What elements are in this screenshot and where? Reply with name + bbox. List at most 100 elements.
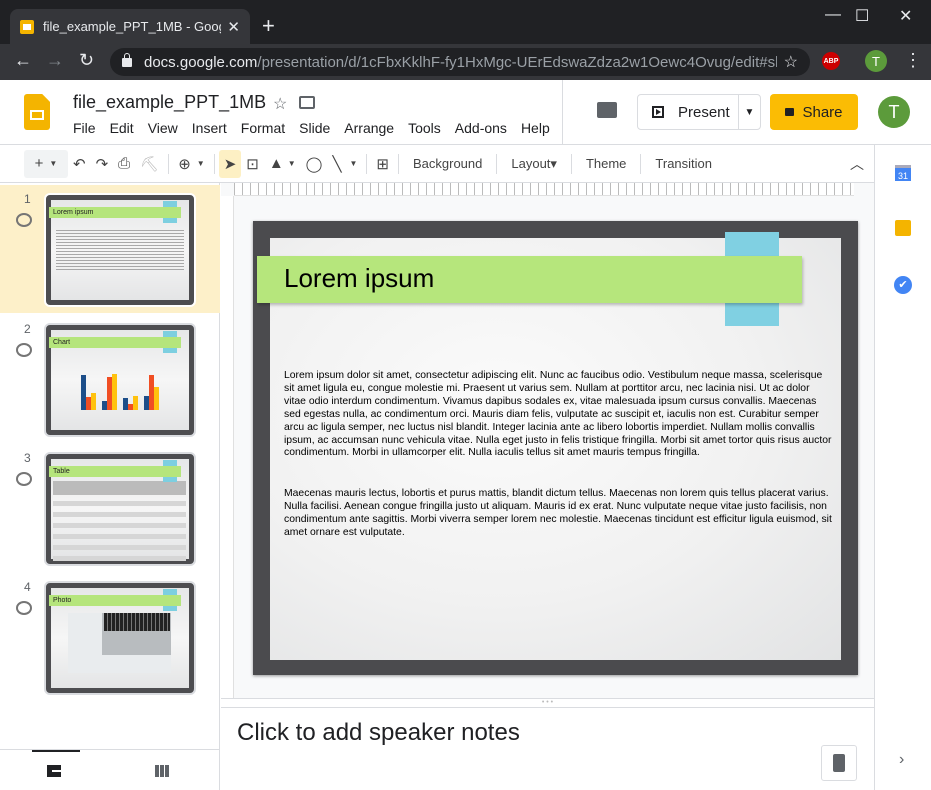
thumbnail-table-header [53, 481, 186, 495]
line-icon[interactable]: ╲ ▼ [327, 150, 362, 178]
redo-icon[interactable]: ↷ [91, 150, 114, 178]
side-panel: 31 ✔ › [874, 145, 931, 790]
maximize-button[interactable]: ☐ [855, 6, 869, 26]
browser-tab[interactable]: file_example_PPT_1MB - Google Slides ✕ [10, 9, 250, 44]
animation-icon [16, 213, 32, 227]
present-dropdown-icon[interactable]: ▼ [738, 95, 760, 129]
slide-thumbnail[interactable]: Photo [44, 581, 196, 695]
comment-history-icon[interactable] [597, 102, 617, 118]
menu-view[interactable]: View [148, 120, 178, 136]
filmstrip-slide-1[interactable]: 1 Lorem ipsum [0, 185, 220, 313]
thumbnail-title: Photo [49, 595, 181, 606]
browser-menu-icon[interactable]: ⋮ [904, 50, 922, 71]
notes-resize-handle[interactable]: • • • [221, 698, 874, 708]
zoom-icon[interactable]: ⊕ ▼ [173, 150, 210, 178]
share-button[interactable]: Share [770, 94, 858, 130]
present-icon [652, 106, 664, 118]
filmstrip-slide-3[interactable]: 3 Table [0, 444, 220, 572]
expand-panel-icon[interactable]: › [899, 751, 904, 769]
tab-close-icon[interactable]: ✕ [227, 18, 240, 36]
select-cursor-icon[interactable]: ➤ [218, 149, 242, 178]
bookmark-star-icon[interactable]: ☆ [784, 52, 798, 72]
tasks-icon[interactable]: ✔ [894, 276, 912, 294]
speaker-notes-input[interactable]: Click to add speaker notes [237, 719, 520, 747]
toolbar-separator [496, 153, 498, 174]
toolbar: + ▼ ↶ ↷ ⎙ ⛏ ⊕ ▼ ➤ ⊡ ▲ ▼ ◯ ╲ ▼ ⊞ Background… [0, 145, 874, 183]
layout-button[interactable]: Layout▾ [501, 156, 567, 172]
document-title[interactable]: file_example_PPT_1MB [73, 92, 266, 113]
reload-icon[interactable]: ↻ [79, 50, 94, 71]
close-window-button[interactable]: ✕ [899, 6, 912, 26]
image-icon[interactable]: ▲ ▼ [264, 150, 301, 178]
thumbnail-keyboard [104, 613, 170, 631]
url-input[interactable]: docs.google.com /presentation/d/1cFbxKkl… [110, 48, 810, 76]
slide-thumbnail[interactable]: Chart [44, 323, 196, 437]
header-divider [562, 80, 563, 145]
slide-title[interactable]: Lorem ipsum [284, 263, 434, 294]
share-label: Share [802, 103, 843, 121]
explore-icon [833, 754, 845, 772]
browser-profile-avatar[interactable]: T [865, 50, 887, 72]
thumbnail-title: Chart [49, 337, 181, 348]
thumbnail-bar [91, 393, 96, 410]
print-icon[interactable]: ⎙ [113, 150, 135, 178]
menu-insert[interactable]: Insert [192, 120, 227, 136]
account-avatar[interactable]: T [878, 96, 910, 128]
menu-format[interactable]: Format [241, 120, 285, 136]
new-tab-button[interactable]: + [262, 13, 275, 39]
toolbar-separator [570, 153, 572, 174]
background-button[interactable]: Background [403, 156, 492, 171]
filmstrip-view-icon[interactable] [47, 765, 61, 777]
vertical-ruler[interactable] [221, 196, 234, 698]
menu-help[interactable]: Help [521, 120, 550, 136]
present-button[interactable]: Present ▼ [637, 94, 761, 130]
collapse-toolbar-icon[interactable]: ︿ [850, 154, 864, 174]
add-comment-icon[interactable]: ⊞ [371, 150, 394, 178]
back-arrow-icon[interactable]: ← [14, 50, 32, 71]
transition-button[interactable]: Transition [645, 156, 722, 171]
slides-logo-icon[interactable] [24, 94, 50, 130]
slide-body-paragraph-1[interactable]: Lorem ipsum dolor sit amet, consectetur … [284, 370, 832, 460]
calendar-icon[interactable]: 31 [895, 165, 911, 181]
slide-number: 4 [24, 580, 31, 594]
menu-addons[interactable]: Add-ons [455, 120, 507, 136]
slide-thumbnail[interactable]: Table [44, 452, 196, 566]
grid-view-icon[interactable] [155, 765, 169, 777]
filmstrip-slide-2[interactable]: 2 Chart [0, 315, 220, 443]
paint-format-icon[interactable]: ⛏ [135, 150, 164, 178]
thumbnail-text-lines [56, 230, 184, 270]
shape-icon[interactable]: ◯ [301, 150, 328, 178]
new-slide-button[interactable]: + ▼ [24, 149, 68, 178]
undo-icon[interactable]: ↶ [68, 150, 91, 178]
filmstrip-slide-4[interactable]: 4 Photo [0, 573, 220, 701]
theme-button[interactable]: Theme [576, 156, 636, 171]
keep-icon[interactable] [895, 220, 911, 236]
adblock-icon[interactable]: ABP [822, 52, 840, 70]
star-icon[interactable]: ☆ [273, 94, 287, 114]
toolbar-separator [640, 153, 642, 174]
thumbnail-title: Table [49, 466, 181, 477]
menu-arrange[interactable]: Arrange [344, 120, 394, 136]
move-folder-icon[interactable] [299, 96, 315, 109]
thumbnail-bar [112, 374, 117, 410]
slide-number: 3 [24, 451, 31, 465]
explore-button[interactable] [821, 745, 857, 781]
menu-slide[interactable]: Slide [299, 120, 330, 136]
horizontal-ruler[interactable] [234, 183, 854, 196]
animation-icon [16, 472, 32, 486]
minimize-button[interactable]: — [825, 6, 841, 24]
toolbar-separator [366, 153, 368, 174]
url-path: /presentation/d/1cFbxKklhF-fy1HxMgc-UErE… [257, 53, 778, 71]
slide-number: 1 [24, 192, 31, 206]
thumbnail-title: Lorem ipsum [49, 207, 181, 218]
slide-filmstrip: 1 Lorem ipsum 2 Chart 3 Table 4 Photo [0, 183, 220, 749]
text-box-icon[interactable]: ⊡ [241, 150, 264, 178]
slide-thumbnail[interactable]: Lorem ipsum [44, 193, 196, 307]
forward-arrow-icon[interactable]: → [46, 50, 64, 71]
thumbnail-table-rows [53, 501, 186, 563]
menu-tools[interactable]: Tools [408, 120, 441, 136]
lock-icon [785, 108, 795, 116]
menu-edit[interactable]: Edit [110, 120, 134, 136]
menu-file[interactable]: File [73, 120, 96, 136]
slide-body-paragraph-2[interactable]: Maecenas mauris lectus, lobortis et puru… [284, 488, 832, 540]
